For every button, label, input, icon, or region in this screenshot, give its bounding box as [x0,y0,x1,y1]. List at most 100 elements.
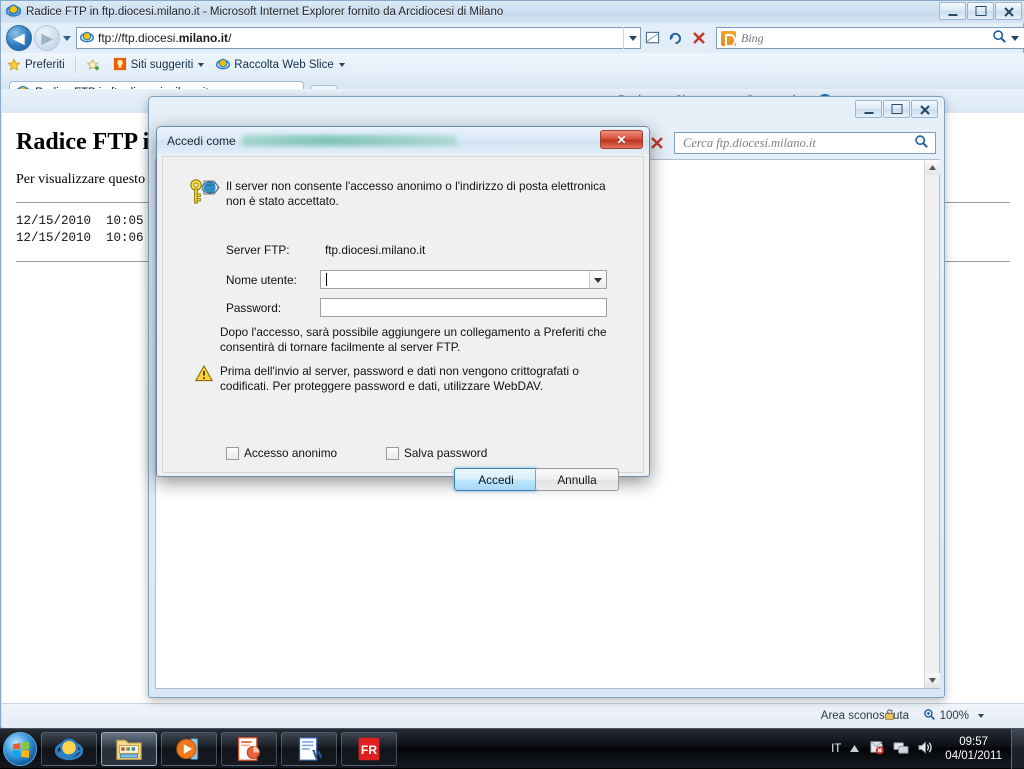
close-button[interactable] [911,100,938,118]
clock-time: 09:57 [959,735,989,748]
dialog-body: Il server non consente l'accesso anonimo… [162,156,644,491]
zoom-control[interactable]: 100% [923,708,984,724]
server-value: ftp.diocesi.milano.it [325,243,426,257]
scroll-up-button[interactable] [925,160,940,175]
ie-icon [5,3,22,21]
checkbox-box [226,446,239,460]
site-search-placeholder: Cerca ftp.diocesi.milano.it [683,135,816,150]
show-hidden-icons-icon[interactable] [849,742,860,756]
word-icon: W [298,736,322,761]
volume-icon[interactable] [917,740,933,758]
url-suffix: / [228,31,232,45]
web-slice-gallery-button[interactable]: Raccolta Web Slice [210,57,351,74]
system-tray: IT 09:57 04/01/2011 [831,735,1002,763]
taskbar-item-word[interactable]: W [281,731,337,766]
dialog-warning: Prima dell'invio al server, password e d… [220,364,579,393]
favorites-button[interactable]: Preferiti [1,58,71,72]
site-search-input[interactable]: Cerca ftp.diocesi.milano.it [674,132,936,154]
address-input[interactable]: ftp://ftp.diocesi.milano.it/ [76,27,641,49]
security-zone-status[interactable]: Area sconosciuta [821,708,909,724]
back-arrow-icon: ◀ [13,30,25,46]
taskbar-item-windows-explorer[interactable] [101,731,157,766]
suggested-sites-button[interactable]: Siti suggeriti [107,57,211,74]
address-text: ftp://ftp.diocesi.milano.it/ [98,31,231,45]
login-button[interactable]: Accedi [454,468,538,491]
ie-icon [216,57,231,74]
clock[interactable]: 09:57 04/01/2011 [945,735,1002,763]
chevron-down-icon [198,63,205,67]
search-placeholder: Bing [741,30,764,45]
url-domain: milano.it [178,31,229,45]
key-globe-icon [187,177,221,209]
restore-button[interactable] [967,2,994,20]
svg-text:W: W [312,746,322,761]
forward-arrow-icon: ▶ [41,30,53,46]
close-icon: ✕ [616,132,627,147]
favorites-label: Preferiti [25,59,65,71]
show-desktop-button[interactable] [1011,729,1024,769]
status-bar: Area sconosciuta 100% [2,703,1024,728]
zoom-level: 100% [939,710,969,722]
start-button[interactable] [3,731,37,766]
anonymous-login-checkbox[interactable]: Accesso anonimo [226,446,337,460]
fr-icon: FR [358,737,380,760]
username-dropdown-button[interactable] [589,271,606,288]
restore-button[interactable] [883,100,910,118]
username-input[interactable] [320,270,607,289]
suggested-sites-label: Siti suggeriti [130,59,194,71]
lock-icon [883,708,896,724]
refresh-icon[interactable] [664,26,687,50]
chevron-down-icon[interactable] [978,714,984,718]
powerpoint-icon [237,736,260,761]
minimize-button[interactable] [855,100,882,118]
folder-icon [116,739,142,760]
taskbar-item-filemaker[interactable]: FR [341,731,397,766]
search-icon[interactable] [914,134,929,152]
add-to-favorites-bar-button[interactable] [80,58,107,72]
dialog-titlebar: Accedi come ✕ [157,127,649,154]
warning-icon [194,364,214,382]
checkbox-box [386,446,399,460]
save-password-label: Salva password [404,446,488,460]
secondary-window-controls [855,100,938,118]
chevron-down-icon [338,63,345,67]
zoom-icon [923,708,936,724]
vertical-scrollbar[interactable] [924,160,940,688]
scroll-down-button[interactable] [925,673,940,688]
svg-text:FR: FR [361,743,377,757]
recent-pages-button[interactable] [60,25,74,51]
forward-button[interactable]: ▶ [34,25,60,51]
taskbar-item-media-player[interactable] [161,731,217,766]
address-dropdown-button[interactable] [623,27,640,49]
action-center-icon[interactable] [868,740,885,758]
ftp-login-dialog: Accedi come ✕ Il server non consente l'a… [156,126,650,491]
compatibility-view-icon[interactable] [641,26,664,50]
password-input[interactable] [320,298,607,317]
ie-icon [79,30,95,47]
window-controls [939,2,1022,20]
minimize-button[interactable] [939,2,966,20]
clock-date: 04/01/2011 [945,749,1002,762]
search-dropdown-icon[interactable] [1011,35,1019,41]
language-indicator[interactable]: IT [831,743,841,755]
window-title: Radice FTP in ftp.diocesi.milano.it - Mi… [26,6,504,18]
dialog-close-button[interactable]: ✕ [600,130,643,149]
save-password-checkbox[interactable]: Salva password [386,446,487,460]
url-prefix: ftp://ftp.diocesi. [98,31,179,45]
anonymous-login-label: Accesso anonimo [244,446,338,460]
window-titlebar: Radice FTP in ftp.diocesi.milano.it - Mi… [1,1,1024,23]
cancel-button[interactable]: Annulla [535,468,619,491]
taskbar-item-powerpoint[interactable] [221,731,277,766]
search-input[interactable]: Bing [716,27,1024,49]
close-button[interactable] [995,2,1022,20]
stop-icon[interactable] [687,26,710,50]
search-icon[interactable] [992,29,1007,47]
address-toolbar: ◀ ▶ ftp://ftp.diocesi.milano.it/ Bing [1,23,1024,53]
bing-logo-icon [721,30,736,47]
ie-icon [55,738,83,760]
server-label: Server FTP: [226,243,290,257]
network-icon[interactable] [893,740,909,758]
taskbar-item-internet-explorer[interactable] [41,731,97,766]
dialog-title: Accedi come [167,133,236,148]
back-button[interactable]: ◀ [6,25,32,51]
